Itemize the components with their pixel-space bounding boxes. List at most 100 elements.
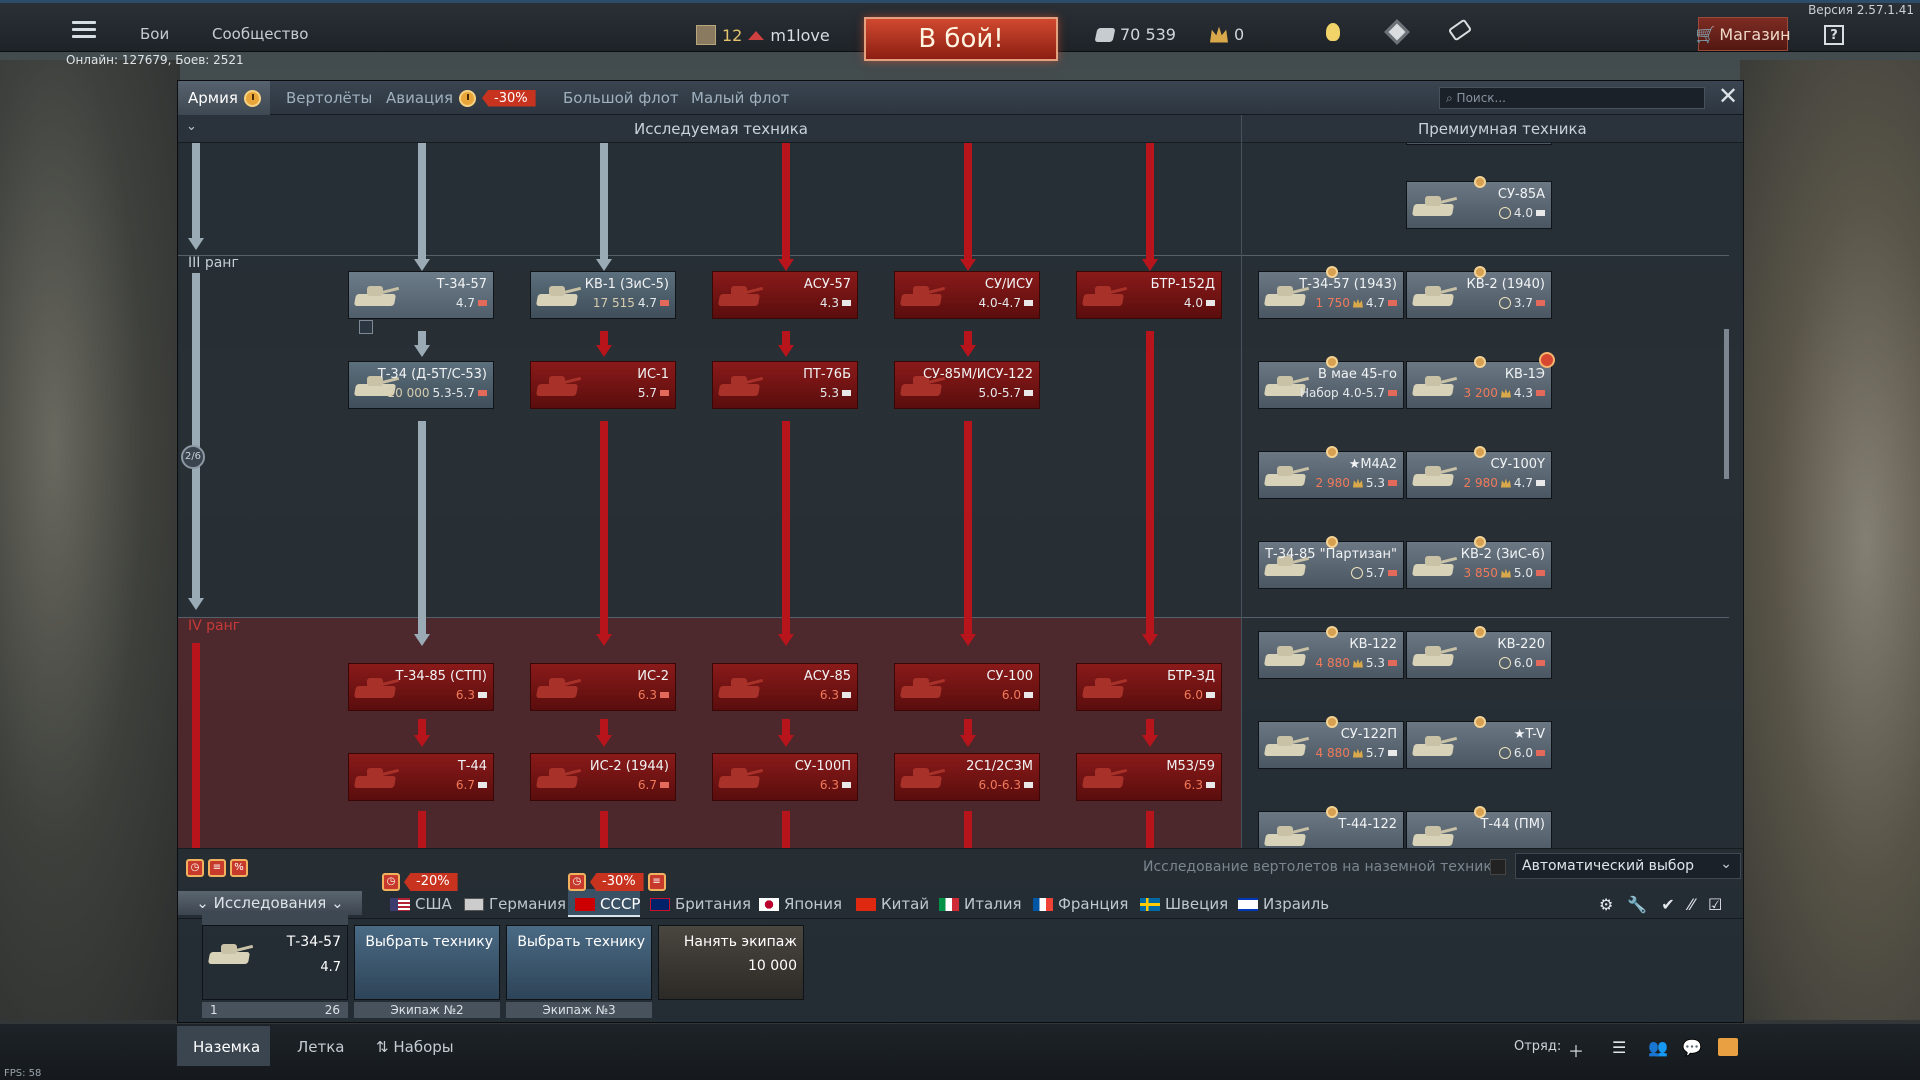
close-icon[interactable]: ✕ — [1717, 84, 1739, 108]
timer-icon[interactable]: ◷ — [186, 859, 204, 877]
nation-britain[interactable]: Британия — [650, 895, 751, 913]
checkbox-checked-icon[interactable]: ☑ — [1708, 895, 1722, 914]
decals-icon[interactable] — [1384, 19, 1410, 45]
chat-icon[interactable]: 💬 — [1682, 1038, 1702, 1057]
tank-destroyer-icon — [1536, 480, 1545, 486]
vehicle-folder-card[interactable]: СУ/ИСУ 4.0-4.7 — [894, 271, 1040, 319]
premium-vehicle-card[interactable]: ★М4А2 2 980 5.3 — [1258, 446, 1404, 499]
rank-label-4[interactable]: IV ранг — [188, 618, 240, 634]
tips-icon[interactable] — [1326, 23, 1348, 45]
heli-research-checkbox[interactable] — [1490, 859, 1506, 875]
nation-japan[interactable]: Япония — [759, 895, 842, 913]
vehicle-card[interactable]: Т-44 6.7 — [348, 753, 494, 801]
tab-coastal-fleet[interactable]: Малый флот — [691, 89, 789, 107]
add-squad-icon[interactable]: ＋ — [1568, 1038, 1588, 1061]
nation-italy[interactable]: Италия — [939, 895, 1022, 913]
tank-destroyer-icon — [842, 300, 851, 306]
shop-button[interactable]: 🛒 Магазин — [1695, 17, 1791, 51]
nation-israel[interactable]: Израиль — [1238, 895, 1329, 913]
list-icon[interactable]: ☰ — [1612, 1038, 1632, 1057]
tab-bluewater-fleet[interactable]: Большой флот — [563, 89, 679, 107]
multi-select-icon[interactable]: ⁄⁄ — [1689, 895, 1694, 914]
premium-vehicle-card[interactable]: КВ-2 (ЗиС-6) 3 850 5.0 — [1406, 536, 1552, 589]
search-input[interactable]: ⌕ Поиск... — [1439, 87, 1705, 109]
premium-vehicle-card[interactable]: КВ-2 (1940) 3.7 — [1406, 266, 1552, 319]
premium-pack-card[interactable]: В мае 45-го Набор 4.0-5.7 — [1258, 356, 1404, 409]
premium-vehicle-card[interactable]: СУ-122П 4 880 5.7 — [1258, 716, 1404, 769]
premium-vehicle-card[interactable]: Т-34-85 "Партизан" 5.7 — [1258, 536, 1404, 589]
premium-vehicle-card[interactable]: Т-44 (ПМ) — [1406, 806, 1552, 848]
to-battle-button[interactable]: В бой! — [864, 17, 1058, 61]
vehicle-card[interactable]: Т-34-57 4.7 — [348, 271, 494, 334]
nation-china[interactable]: Китай — [856, 895, 929, 913]
premium-vehicle-card[interactable]: КВ-122 4 880 5.3 — [1258, 626, 1404, 679]
community-link[interactable]: Сообщество — [212, 25, 308, 43]
vehicle-card[interactable]: ИС-1 5.7 — [530, 361, 676, 409]
auto-select-dropdown[interactable]: Автоматический выбор — [1515, 852, 1741, 879]
vehicle-card[interactable]: ИС-2 (1944) 6.7 — [530, 753, 676, 801]
player-name: m1love — [770, 25, 830, 45]
premium-vehicle-card[interactable]: СУ-100Y 2 980 4.7 — [1406, 446, 1552, 499]
player-profile[interactable]: 12 m1love — [696, 25, 830, 45]
vehicle-card[interactable]: АСУ-57 4.3 — [712, 271, 858, 319]
vehicle-folder-card[interactable]: 2С1/2С3М 6.0-6.3 — [894, 753, 1040, 801]
wrench-icon[interactable]: 🔧 — [1627, 895, 1647, 914]
rank-label-3[interactable]: III ранг — [188, 255, 239, 271]
premium-vehicle-card[interactable]: КВ-1Э 3 200 4.3 — [1406, 352, 1555, 409]
mail-icon[interactable] — [1718, 1038, 1738, 1056]
premium-vehicle-card[interactable]: Т-34-57 (1943) 1 750 4.7 — [1258, 266, 1404, 319]
tab-aviation[interactable]: Авиация -30% — [386, 89, 536, 107]
vehicle-card[interactable]: СУ-100 6.0 — [894, 663, 1040, 711]
golden-eagles[interactable]: 0 — [1210, 25, 1244, 44]
collapse-chevron-icon[interactable]: ⌄ — [186, 120, 200, 135]
percent-icon[interactable]: % — [230, 859, 248, 877]
premium-icon — [1474, 446, 1486, 458]
crew-slot-2[interactable]: Выбрать технику — [354, 925, 500, 1000]
vehicle-folder-card[interactable]: Т-34 (Д-5Т/С-53) 20 000 5.3-5.7 — [348, 361, 494, 409]
sweden-flag-icon — [1140, 897, 1160, 911]
menu-icon[interactable] — [72, 21, 96, 39]
vehicle-card[interactable]: БТР-152Д 4.0 — [1076, 271, 1222, 319]
scrollbar[interactable] — [1724, 329, 1729, 479]
silver-lions[interactable]: 70 539 — [1094, 25, 1176, 44]
settings-gear-icon[interactable]: ⚙ — [1599, 895, 1613, 914]
help-button[interactable]: ? — [1824, 25, 1844, 45]
vehicle-card[interactable]: Т-34-85 (СТП) 6.3 — [348, 663, 494, 711]
premium-vehicle-card[interactable]: ★T-V 6.0 — [1406, 716, 1552, 769]
nation-sweden[interactable]: Швеция — [1140, 895, 1228, 913]
vehicle-card[interactable]: БТР-ЗД 6.0 — [1076, 663, 1222, 711]
tank-icon — [899, 762, 946, 792]
tab-presets[interactable]: ⇅ Наборы — [376, 1038, 454, 1056]
tab-helicopters[interactable]: Вертолёты — [286, 89, 372, 107]
premium-column: СУ-85А 4.0 Т-34-57 (1943) 1 750 4.7 КВ-2 … — [1242, 143, 1729, 848]
premium-vehicle-card[interactable]: Т-44-122 — [1258, 806, 1404, 848]
tab-air[interactable]: Летка — [297, 1038, 345, 1056]
list-icon[interactable]: ≡ — [208, 859, 226, 877]
vehicle-card[interactable]: КВ-1 (ЗиС-5) 17 515 4.7 — [530, 271, 676, 319]
vehicle-card[interactable]: ИС-2 6.3 — [530, 663, 676, 711]
gift-icon — [1498, 207, 1511, 219]
research-tree-panel: Армия Вертолёты Авиация -30% Большой флот… — [177, 80, 1744, 1023]
vehicle-card[interactable]: ПТ-76Б 5.3 — [712, 361, 858, 409]
contacts-icon[interactable]: 👥 — [1648, 1038, 1668, 1057]
tab-army[interactable]: Армия — [188, 89, 261, 107]
nation-germany[interactable]: Германия — [464, 895, 566, 913]
battles-link[interactable]: Бои — [140, 25, 169, 43]
crew-slot-1[interactable]: Т-34-57 4.7 — [202, 925, 348, 1000]
vehicle-card[interactable]: СУ-100П 6.3 — [712, 753, 858, 801]
tab-ground[interactable]: Наземка — [193, 1038, 260, 1056]
premium-vehicle-card[interactable]: КВ-220 6.0 — [1406, 626, 1552, 679]
premium-vehicle-card[interactable]: СУ-85А 4.0 — [1406, 176, 1552, 229]
coupons-icon[interactable] — [1447, 18, 1473, 45]
checkmark-icon[interactable]: ✔ — [1661, 895, 1674, 914]
vehicle-card[interactable]: АСУ-85 6.3 — [712, 663, 858, 711]
crew-slot-3[interactable]: Выбрать технику — [506, 925, 652, 1000]
nation-usa[interactable]: США — [390, 895, 452, 913]
medium-tank-icon — [1536, 750, 1545, 756]
nation-ussr[interactable]: СССР — [575, 895, 640, 913]
nation-france[interactable]: Франция — [1033, 895, 1128, 913]
ussr-flag-icon — [575, 897, 595, 911]
vehicle-folder-card[interactable]: СУ-85М/ИСУ-122 5.0-5.7 — [894, 361, 1040, 409]
hire-crew-slot[interactable]: Нанять экипаж 10 000 — [658, 925, 804, 1000]
vehicle-card[interactable]: М53/59 6.3 — [1076, 753, 1222, 801]
